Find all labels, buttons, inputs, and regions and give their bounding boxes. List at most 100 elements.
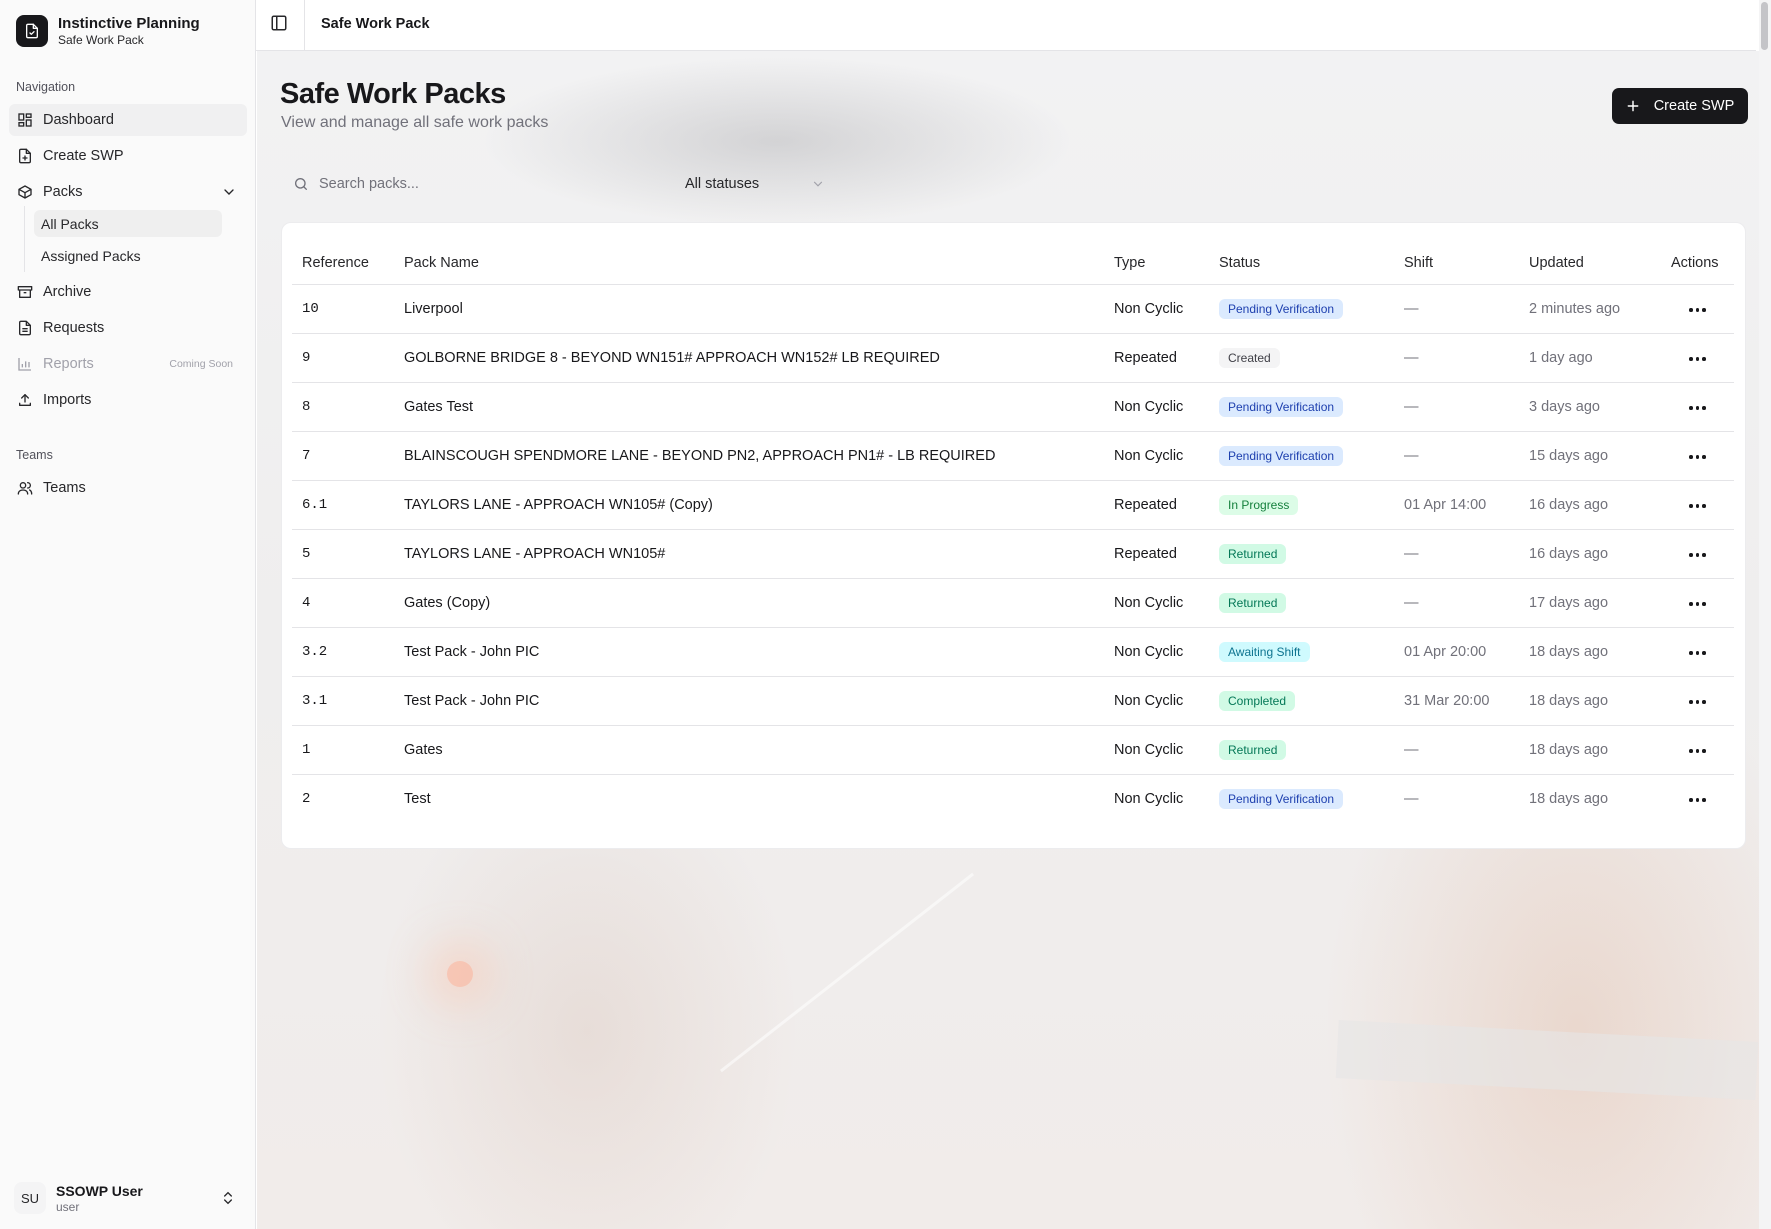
cell-type: Repeated — [1104, 529, 1209, 579]
cell-pack-name[interactable]: Test Pack - John PIC — [394, 676, 1104, 726]
brand-subtitle: Safe Work Pack — [58, 33, 144, 47]
cell-shift: — — [1394, 284, 1519, 334]
cell-updated: 18 days ago — [1519, 627, 1661, 677]
dot — [1689, 798, 1693, 802]
table-row[interactable]: 3.2 Test Pack - John PIC Non Cyclic Awaitin… — [292, 627, 1734, 677]
row-actions-button[interactable] — [1683, 547, 1712, 563]
cell-pack-name[interactable]: TAYLORS LANE - APPROACH WN105# (Copy) — [394, 480, 1104, 530]
dot — [1689, 553, 1693, 557]
column-header-status[interactable]: Status — [1209, 243, 1394, 285]
cell-actions — [1661, 382, 1734, 432]
row-actions-button[interactable] — [1683, 449, 1712, 465]
teams-group-label: Teams — [16, 448, 53, 462]
row-actions-button[interactable] — [1683, 351, 1712, 367]
brand[interactable]: Instinctive Planning Safe Work Pack — [16, 15, 200, 47]
packs-table-card: Reference Pack Name Type Status Shift Up… — [281, 222, 1746, 849]
sidebar-subitem-all-packs[interactable]: All Packs — [34, 210, 222, 237]
dot — [1702, 357, 1706, 361]
sidebar-item-requests[interactable]: Requests — [9, 312, 247, 344]
dot — [1702, 504, 1706, 508]
cell-status: Returned — [1209, 529, 1394, 579]
cell-shift: — — [1404, 790, 1419, 807]
row-actions-button[interactable] — [1683, 694, 1712, 710]
table-row[interactable]: 3.1 Test Pack - John PIC Non Cyclic Complet… — [292, 676, 1734, 726]
sidebar-item-teams[interactable]: Teams — [9, 472, 247, 504]
cell-type: Repeated — [1104, 480, 1209, 530]
status-filter-select[interactable]: All statuses — [673, 164, 837, 204]
cell-pack-name[interactable]: Test — [394, 774, 1104, 823]
table-row[interactable]: 1 Gates Non Cyclic Returned —18 days ago — [292, 725, 1734, 775]
sidebar-item-dashboard[interactable]: Dashboard — [9, 104, 247, 136]
cell-shift: — — [1394, 529, 1519, 579]
user-menu[interactable]: SU SSOWP User user — [14, 1178, 244, 1218]
dot — [1689, 455, 1693, 459]
column-header-updated[interactable]: Updated — [1519, 243, 1661, 285]
cell-pack-name[interactable]: Gates — [394, 725, 1104, 775]
sidebar-item-reports: Reports Coming Soon — [9, 348, 247, 380]
coming-soon-badge: Coming Soon — [169, 358, 233, 370]
row-actions-button[interactable] — [1683, 792, 1712, 808]
create-swp-button[interactable]: Create SWP — [1612, 88, 1748, 124]
file-plus-icon — [19, 148, 31, 164]
row-actions-button[interactable] — [1683, 302, 1712, 318]
table-row[interactable]: 9 GOLBORNE BRIDGE 8 - BEYOND WN151# APPRO… — [292, 333, 1734, 383]
scrollbar-thumb[interactable] — [1761, 2, 1768, 50]
row-actions-button[interactable] — [1683, 743, 1712, 759]
row-actions-button[interactable] — [1683, 645, 1712, 661]
sidebar-item-archive[interactable]: Archive — [9, 276, 247, 308]
table-row[interactable]: 10 Liverpool Non Cyclic Pending Verificatio… — [292, 284, 1734, 334]
sidebar-item-label: Archive — [43, 284, 92, 300]
cell-actions — [1661, 676, 1734, 726]
dot — [1702, 651, 1706, 655]
sidebar-item-imports[interactable]: Imports — [9, 384, 247, 416]
row-actions-button[interactable] — [1683, 596, 1712, 612]
dot — [1695, 504, 1700, 508]
table-row[interactable]: 7 BLAINSCOUGH SPENDMORE LANE - BEYOND PN2… — [292, 431, 1734, 481]
status-badge: Pending Verification — [1219, 788, 1344, 809]
cell-actions — [1661, 333, 1734, 383]
dot — [1702, 406, 1706, 410]
cell-pack-name[interactable]: BLAINSCOUGH SPENDMORE LANE - BEYOND PN2,… — [394, 431, 1104, 481]
cell-updated: 1 day ago — [1519, 333, 1661, 383]
cell-pack-name[interactable]: GOLBORNE BRIDGE 8 - BEYOND WN151# APPROA… — [394, 333, 1104, 383]
chevron-down-icon[interactable] — [221, 184, 237, 200]
search-box[interactable] — [281, 164, 661, 204]
table-row[interactable]: 8 Gates Test Non Cyclic Pending Verificatio… — [292, 382, 1734, 432]
cell-reference: 10 — [292, 284, 394, 334]
dot — [1695, 749, 1700, 753]
search-input[interactable] — [319, 176, 639, 192]
row-actions-button[interactable] — [1683, 498, 1712, 514]
dot — [1695, 798, 1700, 802]
column-header-type[interactable]: Type — [1104, 243, 1209, 285]
cell-pack-name[interactable]: Gates Test — [394, 382, 1104, 432]
table-row[interactable]: 5 TAYLORS LANE - APPROACH WN105# Repeated R… — [292, 529, 1734, 579]
cell-updated: 18 days ago — [1529, 790, 1609, 807]
status-badge: Completed — [1219, 690, 1296, 711]
table-row[interactable]: 6.1 TAYLORS LANE - APPROACH WN105# (Copy)… — [292, 480, 1734, 530]
cell-pack-name[interactable]: TAYLORS LANE - APPROACH WN105# — [394, 529, 1104, 579]
chevron-down-icon — [813, 181, 823, 187]
sidebar-subitem-assigned-packs[interactable]: Assigned Packs — [34, 242, 222, 269]
column-header-reference[interactable]: Reference — [292, 243, 394, 285]
cell-reference: 4 — [292, 578, 394, 628]
cell-status: Returned — [1209, 725, 1394, 775]
dot — [1695, 455, 1700, 459]
scrollbar[interactable] — [1759, 0, 1771, 1229]
sidebar-item-packs[interactable]: Packs — [9, 176, 247, 208]
sidebar-toggle-button[interactable] — [270, 14, 292, 36]
sidebar-item-label: Imports — [43, 392, 92, 408]
sidebar-item-create-swp[interactable]: Create SWP — [9, 140, 247, 172]
sidebar-item-label: Dashboard — [43, 112, 114, 128]
column-header-shift[interactable]: Shift — [1394, 243, 1519, 285]
search-icon — [295, 178, 307, 190]
column-header-pack-name[interactable]: Pack Name — [394, 243, 1104, 285]
row-actions-button[interactable] — [1683, 400, 1712, 416]
cell-status: Pending Verification — [1209, 382, 1394, 432]
cell-pack-name[interactable]: Test Pack - John PIC — [394, 627, 1104, 677]
table-row[interactable]: 2 Test Non Cyclic Pending Verification — 18 d… — [292, 774, 1734, 823]
brand-title: Instinctive Planning — [58, 15, 200, 32]
table-row[interactable]: 4 Gates (Copy) Non Cyclic Returned —17 days … — [292, 578, 1734, 628]
cell-actions — [1661, 578, 1734, 628]
cell-pack-name[interactable]: Liverpool — [394, 284, 1104, 334]
cell-pack-name[interactable]: Gates (Copy) — [394, 578, 1104, 628]
